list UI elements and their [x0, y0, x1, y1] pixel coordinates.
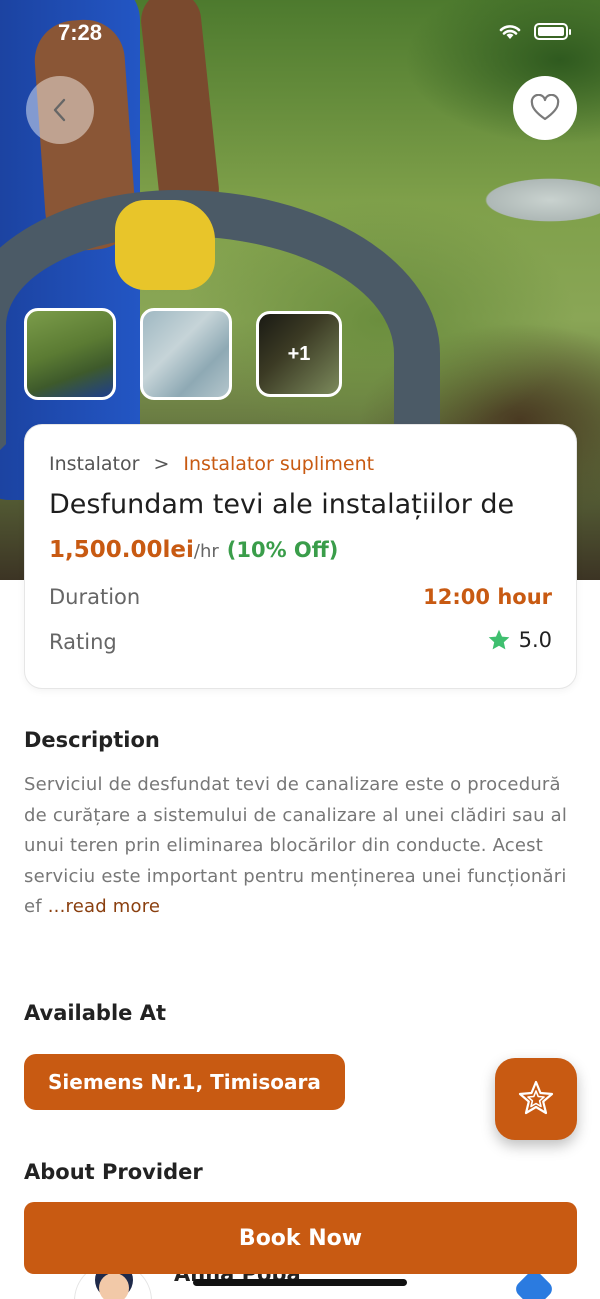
breadcrumb-subcategory[interactable]: Instalator supliment — [183, 453, 374, 475]
description-title: Description — [24, 728, 160, 752]
available-at-title: Available At — [24, 1001, 167, 1025]
description-text: Serviciul de desfundat tevi de canalizar… — [24, 770, 574, 923]
breadcrumb-category[interactable]: Instalator — [49, 453, 139, 475]
service-info-card: Instalator > Instalator supliment Desfun… — [24, 424, 577, 689]
gallery-more-thumbnail[interactable]: +1 — [256, 311, 342, 397]
favorite-button[interactable] — [513, 76, 577, 140]
heart-icon — [530, 94, 560, 121]
location-chip[interactable]: Siemens Nr.1, Timisoara — [24, 1054, 345, 1110]
gallery-thumbnail[interactable] — [24, 308, 116, 400]
read-more-link[interactable]: ...read more — [42, 896, 160, 917]
hero-glove — [115, 200, 215, 290]
star-icon — [488, 629, 509, 650]
breadcrumb: Instalator > Instalator supliment — [49, 453, 374, 475]
status-icons — [498, 22, 571, 40]
book-now-button[interactable]: Book Now — [24, 1202, 577, 1274]
price-unit: /hr — [193, 541, 219, 562]
gallery-more-count: +1 — [287, 342, 311, 365]
service-title: Desfundam tevi ale instalațiilor de — [49, 489, 515, 520]
rating-value: 5.0 — [518, 628, 552, 652]
rate-service-button[interactable] — [495, 1058, 577, 1140]
star-badge-icon — [518, 1080, 554, 1115]
status-bar: 7:28 — [0, 0, 600, 64]
price-value: 1,500.00lei — [49, 537, 194, 563]
wifi-icon — [499, 25, 521, 39]
duration-label: Duration — [49, 585, 141, 609]
gallery-thumbnails: +1 — [24, 308, 342, 400]
about-provider-title: About Provider — [24, 1160, 203, 1184]
gallery-thumbnail[interactable] — [140, 308, 232, 400]
battery-icon — [534, 22, 571, 40]
home-indicator — [193, 1279, 407, 1286]
rating-label: Rating — [49, 630, 117, 654]
discount-badge: (10% Off) — [226, 538, 339, 562]
duration-value: 12:00 hour — [423, 585, 552, 609]
back-button[interactable] — [26, 76, 94, 144]
status-time: 7:28 — [58, 20, 103, 45]
price-row: 1,500.00lei /hr (10% Off) — [49, 537, 338, 563]
chevron-left-icon — [53, 98, 66, 122]
rating-value-group: 5.0 — [487, 628, 552, 652]
breadcrumb-separator: > — [153, 453, 170, 475]
